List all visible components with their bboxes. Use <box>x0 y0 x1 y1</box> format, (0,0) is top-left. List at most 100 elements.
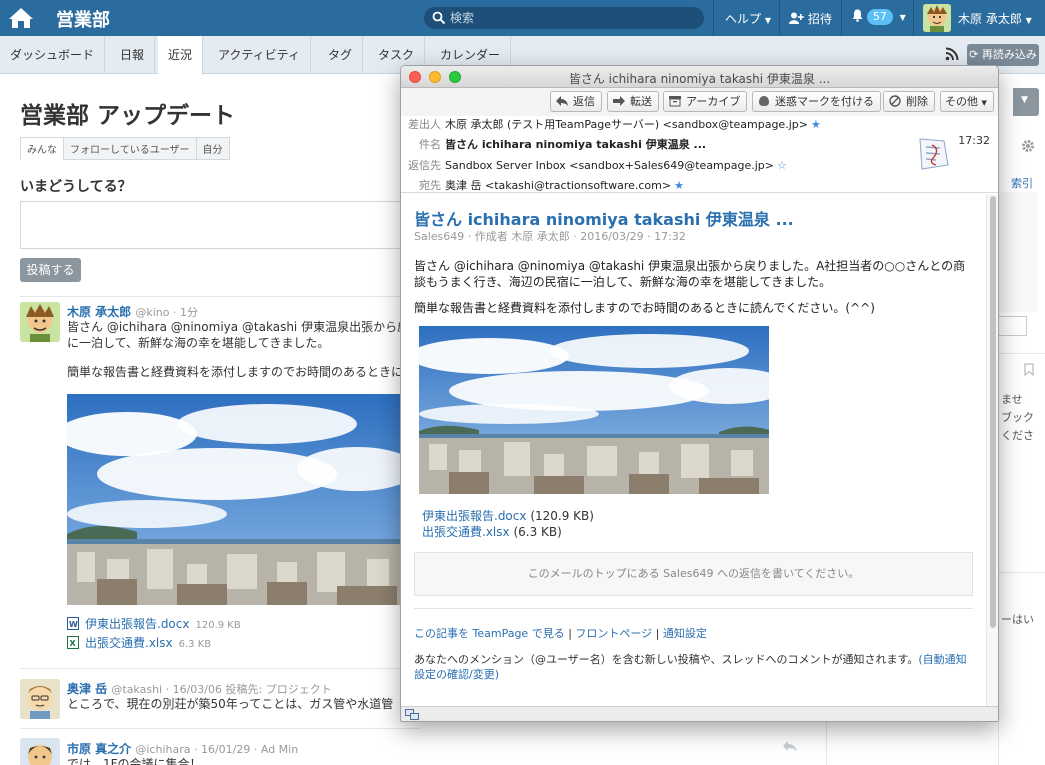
reply-arrow-icon[interactable] <box>782 740 798 752</box>
more-label: その他 <box>945 95 978 108</box>
reload-label: 再読み込み <box>981 48 1037 61</box>
refresh-icon: ⟳ <box>969 48 979 61</box>
tab-status-updates[interactable]: 近況 <box>158 36 204 75</box>
file-size: (6.3 KB) <box>513 525 562 539</box>
message-paragraph: 簡単な報告書と経費資料を添付しますのでお時間のあるときに読んでください。(^^) <box>414 301 875 315</box>
chevron-down-icon: ▼ <box>1021 95 1028 105</box>
avatar[interactable] <box>20 738 60 765</box>
divider <box>20 296 420 297</box>
dropdown-button[interactable]: ▼ <box>1013 88 1039 116</box>
forward-button[interactable]: 転送 <box>607 91 659 112</box>
search-box[interactable] <box>424 7 704 29</box>
avatar-image <box>20 679 60 719</box>
divider <box>20 668 420 669</box>
attachment-docx[interactable]: 伊東出張報告.docx (120.9 KB) <box>422 507 594 524</box>
message-paragraph: 皆さん @ichihara @ninomiya @takashi 伊東温泉出張か… <box>414 259 966 289</box>
index-link[interactable]: 索引 <box>1011 175 1033 191</box>
post-button[interactable]: 投稿する <box>20 258 81 282</box>
attachment-link[interactable]: 伊東出張報告.docx <box>85 617 189 631</box>
attachment-link[interactable]: 伊東出張報告.docx <box>422 509 526 523</box>
svg-text:W: W <box>69 620 78 629</box>
avatar[interactable] <box>20 679 60 719</box>
delete-button[interactable]: 削除 <box>883 91 935 112</box>
mark-junk-label: 迷惑マークを付ける <box>775 95 874 108</box>
more-button[interactable]: その他 ▼ <box>940 91 994 112</box>
user-avatar[interactable] <box>923 4 951 32</box>
bell-icon <box>852 9 863 22</box>
notifications-button[interactable]: 57 ▼ <box>852 9 906 25</box>
attachment-link[interactable]: 出張交通費.xlsx <box>85 636 173 650</box>
photo-image <box>67 394 400 605</box>
message-title[interactable]: 皆さん ichihara ninomiya takashi 伊東温泉 ... <box>414 206 794 230</box>
author-name[interactable]: 奥津 岳 <box>67 682 107 696</box>
tab-daily-report[interactable]: 日報 <box>110 36 156 74</box>
post-author[interactable]: 市原 真之介 @ichihara · 16/01/29 · Ad Min <box>67 740 298 757</box>
sidebar-text: ーはい <box>1001 613 1034 626</box>
sidebar-input[interactable] <box>999 316 1027 336</box>
space-title[interactable]: 営業部 <box>56 6 110 32</box>
sidebar-text: くださ <box>1001 429 1034 442</box>
front-page-link[interactable]: フロントページ <box>575 627 652 640</box>
author-name[interactable]: 市原 真之介 <box>67 742 131 756</box>
search-input[interactable] <box>450 10 690 26</box>
index-panel <box>999 192 1037 312</box>
tab-activity[interactable]: アクティビティ <box>208 36 311 74</box>
message-scrollbar[interactable] <box>986 194 998 706</box>
tab-dashboard[interactable]: ダッシュボード <box>0 36 106 74</box>
from-value[interactable]: 木原 承太郎 (テスト用TeamPageサーバー) <sandbox@teamp… <box>445 118 808 131</box>
page-title: 営業部 アップデート <box>20 103 236 129</box>
attachment-xlsx[interactable]: 出張交通費.xlsx (6.3 KB) <box>422 523 562 540</box>
sidebar-text: ブック <box>1001 411 1034 424</box>
attachment-docx[interactable]: W 伊東出張報告.docx 120.9 KB <box>67 615 241 632</box>
user-menu[interactable]: 木原 承太郎 ▼ <box>958 10 1032 27</box>
reply-button[interactable]: 返信 <box>550 91 602 112</box>
status-bar <box>401 706 998 721</box>
avatar[interactable] <box>20 302 60 342</box>
star-icon[interactable]: ★ <box>811 118 821 131</box>
status-prompt: いまどうしてる？ <box>20 179 132 195</box>
network-status-icon[interactable] <box>405 709 419 720</box>
home-icon[interactable] <box>8 6 34 30</box>
post-line: 簡単な報告書と経費資料を添付しますのでお時間のあるときに <box>67 365 400 379</box>
archive-label: アーカイブ <box>686 95 741 108</box>
notification-settings-link[interactable]: 通知設定 <box>663 627 707 640</box>
forward-label: 転送 <box>630 95 652 108</box>
word-file-icon: W <box>67 617 79 630</box>
filter-tab-mine[interactable]: 自分 <box>195 137 230 160</box>
attachment-link[interactable]: 出張交通費.xlsx <box>422 525 510 539</box>
to-value[interactable]: 奥津 岳 <takashi@tractionsoftware.com> <box>445 179 671 192</box>
filter-tab-everyone[interactable]: みんな <box>20 137 64 160</box>
top-bar: 営業部 ヘルプ ▼ 招待 57 ▼ 木 <box>0 0 1045 36</box>
status-input[interactable] <box>20 201 420 249</box>
bookmark-icon[interactable] <box>1024 363 1034 376</box>
beach-town-photo[interactable] <box>419 326 769 494</box>
help-menu[interactable]: ヘルプ ▼ <box>725 10 771 27</box>
attachment-xlsx[interactable]: X 出張交通費.xlsx 6.3 KB <box>67 634 211 651</box>
beach-town-photo[interactable] <box>67 394 400 605</box>
mark-junk-button[interactable]: 迷惑マークを付ける <box>752 91 881 112</box>
post-meta: @ichihara · 16/01/29 · Ad Min <box>135 743 299 756</box>
star-icon[interactable]: ★ <box>674 179 684 192</box>
archive-button[interactable]: アーカイブ <box>663 91 748 112</box>
post-author[interactable]: 奥津 岳 @takashi · 16/03/06 投稿先: プロジェクト <box>67 680 332 697</box>
gear-icon[interactable] <box>1021 139 1035 153</box>
invite-button[interactable]: 招待 <box>789 10 832 27</box>
reply-to-value[interactable]: Sandbox Server Inbox <sandbox+Sales649@t… <box>445 159 774 172</box>
divider <box>913 0 914 36</box>
search-icon <box>432 11 446 25</box>
filter-tab-following[interactable]: フォローしているユーザー <box>63 137 197 160</box>
author-name[interactable]: 木原 承太郎 <box>67 305 131 319</box>
scroll-thumb[interactable] <box>990 196 996 628</box>
post-author[interactable]: 木原 承太郎 @kino · 1分 <box>67 303 198 320</box>
subject-value: 皆さん ichihara ninomiya takashi 伊東温泉 ... <box>445 138 707 151</box>
reply-prompt-box[interactable]: このメールのトップにある Sales649 への返信を書いてください。 <box>414 552 973 596</box>
post-meta: @kino · 1分 <box>135 306 198 319</box>
rss-icon[interactable] <box>945 47 959 61</box>
star-outline-icon[interactable]: ☆ <box>777 159 787 172</box>
reload-button[interactable]: ⟳ 再読み込み <box>967 44 1039 66</box>
post-meta: @takashi · 16/03/06 投稿先: プロジェクト <box>111 683 332 696</box>
view-in-teampage-link[interactable]: この記事を TeamPage で見る <box>414 627 565 640</box>
mail-toolbar: 返信 転送 アーカイブ 迷惑マークを付ける 削除 その他 ▼ <box>401 88 998 116</box>
tab-tags[interactable]: タグ <box>318 36 364 74</box>
window-titlebar[interactable]: 皆さん ichihara ninomiya takashi 伊東温泉 ... <box>401 66 998 88</box>
